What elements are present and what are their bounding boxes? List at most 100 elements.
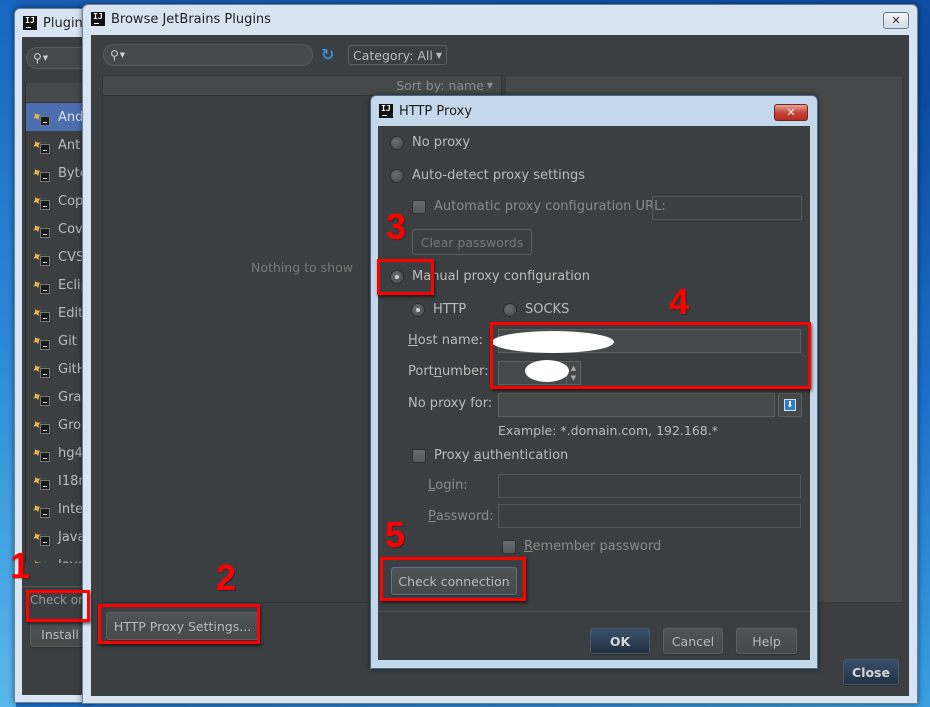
plugin-name: CVS (58, 249, 85, 265)
plugin-badge (40, 424, 50, 434)
proxy-title-bar: IJ HTTP Proxy (371, 96, 817, 126)
plugin-badge (40, 200, 50, 210)
plugin-icon: ✦ (29, 416, 50, 435)
proxy-auth-label: Proxy authentication (434, 448, 568, 463)
checkbox-icon (502, 539, 516, 554)
auto-config-url-checkbox[interactable]: Automatic proxy configuration URL: (412, 199, 666, 214)
password-label: Password: (428, 509, 494, 524)
port-number-label: Port n umber: (408, 364, 489, 379)
manual-label-prefix: Ma (412, 269, 432, 284)
chevron-down-icon: ▼ (486, 81, 493, 90)
proxy-dialog-body: No proxy Auto-detect proxy settings Auto… (378, 126, 810, 660)
plugin-icon: ✦ (29, 248, 50, 267)
plugin-badge (40, 144, 50, 154)
auto-detect-radio[interactable]: Auto-detect proxy settings (390, 168, 585, 183)
password-field[interactable] (498, 504, 801, 528)
plugin-icon: ✦ (29, 556, 50, 563)
plugin-badge (40, 312, 50, 322)
help-button[interactable]: Help (736, 628, 797, 654)
ok-button[interactable]: OK (590, 628, 650, 654)
http-proxy-dialog: IJ HTTP Proxy ✕ No proxy Auto-detect pro… (370, 95, 818, 669)
auto-config-url-field[interactable] (652, 196, 802, 220)
no-proxy-label: No proxy (412, 135, 471, 150)
check-connection-button[interactable]: Check connection (391, 567, 517, 595)
plugin-icon: ✦ (29, 220, 50, 239)
refresh-icon[interactable]: ↻ (321, 45, 334, 64)
chevron-down-icon: ▼ (435, 50, 443, 60)
divider (378, 611, 810, 612)
plugin-badge (40, 368, 50, 378)
empty-list-text: Nothing to show (251, 260, 353, 275)
no-proxy-example-hint: Example: *.domain.com, 192.168.* (498, 423, 718, 438)
redacted-host-value (492, 331, 614, 353)
mnemonic: a (473, 448, 482, 463)
plugin-icon: ✦ (29, 332, 50, 351)
sort-by-dropdown[interactable]: Sort by: name ▼ (103, 76, 501, 96)
plugin-badge (40, 256, 50, 266)
annotation-number-4: 4 (669, 281, 690, 322)
mnemonic: L (428, 478, 436, 493)
remember-password-checkbox[interactable]: Remember password (502, 539, 661, 554)
mnemonic: P (428, 509, 436, 524)
login-field[interactable] (498, 474, 801, 498)
category-dropdown-label: Category: All (353, 47, 433, 63)
browse-close-icon[interactable]: ✕ (883, 12, 909, 29)
plugin-badge (40, 536, 50, 546)
plugin-icon: ✦ (29, 444, 50, 463)
label-text: Proxy (434, 448, 474, 463)
annotation-number-5: 5 (385, 514, 406, 555)
remember-password-label: Remember password (524, 539, 661, 554)
manual-label-suffix: nual proxy configuration (431, 269, 590, 284)
checkbox-icon (412, 199, 426, 214)
expand-field-button[interactable]: ⬇ (778, 393, 802, 417)
auto-detect-label: Auto-detect proxy settings (412, 168, 586, 183)
cancel-button[interactable]: Cancel (663, 628, 723, 654)
close-button[interactable]: Close (843, 659, 899, 685)
label-text: assword: (435, 509, 494, 524)
search-options-caret-icon: ▼ (42, 54, 49, 62)
no-proxy-for-field[interactable] (498, 393, 775, 417)
plugin-badge (40, 396, 50, 406)
radio-icon (503, 302, 517, 317)
clear-passwords-button[interactable]: Clear passwords (412, 229, 532, 255)
http-label: HTTP (433, 302, 467, 317)
intellij-logo-icon: IJ (91, 12, 105, 26)
plugin-badge (40, 508, 50, 518)
plugin-badge (40, 172, 50, 182)
plugin-icon: ✦ (29, 472, 50, 491)
browse-search-input[interactable]: ⚲ ▼ (103, 44, 313, 66)
radio-icon (390, 135, 404, 150)
plugin-icon: ✦ (29, 164, 50, 183)
intellij-logo-icon: IJ (23, 16, 37, 30)
http-proxy-settings-button[interactable]: HTTP Proxy Settings... (106, 612, 259, 640)
radio-selected-icon (411, 302, 425, 317)
mnemonic: H (408, 333, 418, 348)
sort-by-label: Sort by: name (396, 78, 484, 93)
plugin-icon: ✦ (29, 276, 50, 295)
mnemonic: n (433, 364, 443, 379)
search-icon: ⚲ (110, 48, 119, 62)
plugin-badge (40, 116, 50, 126)
plugin-name: Ant (58, 137, 81, 153)
plugin-badge (40, 340, 50, 350)
install-button[interactable]: Install (30, 621, 90, 647)
manual-proxy-radio[interactable]: Manual proxy configuration (390, 269, 590, 284)
label-text: emember password (532, 539, 662, 554)
label-text: Port (408, 364, 434, 379)
plugin-icon: ✦ (29, 192, 50, 211)
category-dropdown[interactable]: Category: All ▼ (348, 45, 448, 65)
radio-selected-icon (390, 269, 404, 284)
no-proxy-radio[interactable]: No proxy (390, 135, 470, 150)
browse-title-bar: IJ Browse JetBrains Plugins (83, 5, 917, 33)
plugin-badge (40, 228, 50, 238)
socks-radio[interactable]: SOCKS (503, 302, 569, 317)
auto-config-url-label: Automatic proxy configuration URL: (434, 199, 666, 214)
http-radio[interactable]: HTTP (411, 302, 466, 317)
proxy-authentication-checkbox[interactable]: Proxy authentication (412, 448, 568, 463)
plugin-name: And (58, 109, 84, 125)
radio-icon (390, 168, 404, 183)
plug-glyph: ✦ (29, 556, 46, 563)
proxy-close-icon[interactable]: ✕ (774, 104, 808, 121)
label-text: uthentication (481, 448, 569, 463)
plugin-badge (40, 480, 50, 490)
